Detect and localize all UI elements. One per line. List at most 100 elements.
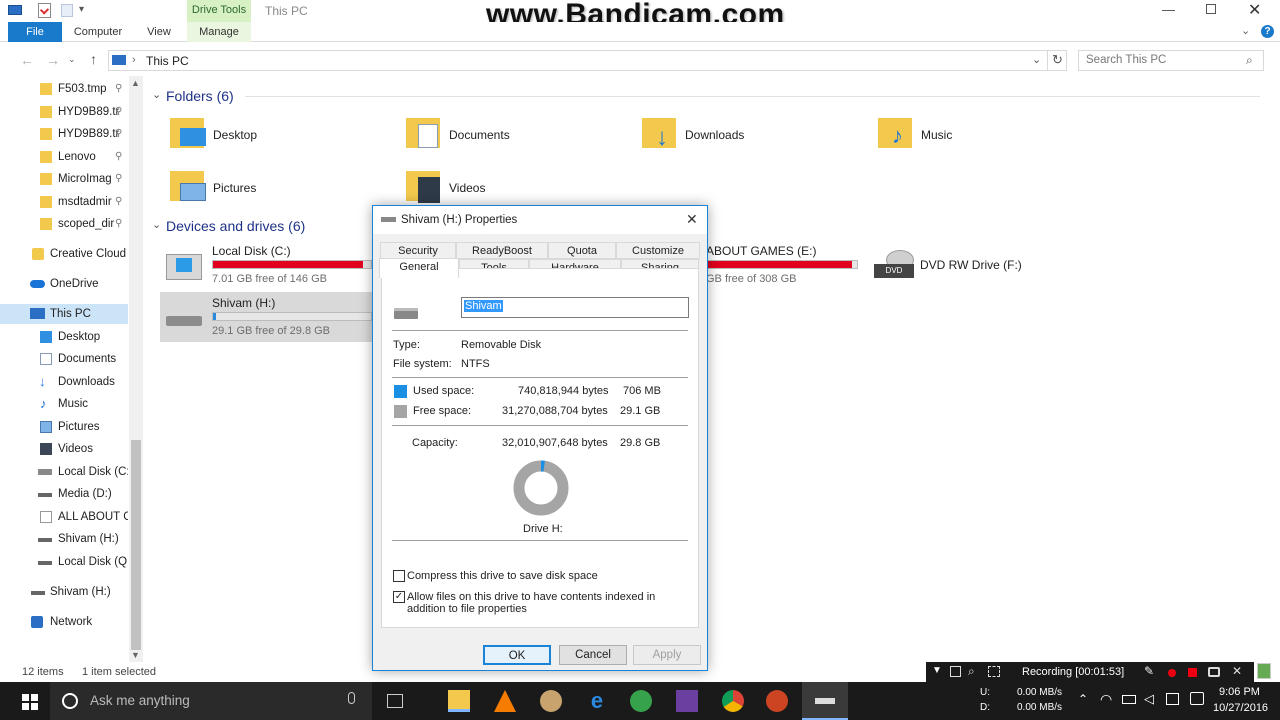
bandicam-icon[interactable] bbox=[1257, 663, 1271, 679]
customize-toolbar-icon[interactable]: ▾ bbox=[79, 4, 84, 15]
nav-item-videos[interactable]: Videos bbox=[0, 439, 128, 459]
pin-icon[interactable]: ⚲ bbox=[115, 169, 122, 189]
nav-item-this-pc[interactable]: This PC bbox=[0, 304, 128, 324]
nav-item-pictures[interactable]: Pictures bbox=[0, 417, 128, 437]
nav-item-all-about-games[interactable]: ALL ABOUT GA bbox=[0, 507, 128, 527]
nav-item-shivam-h[interactable]: Shivam (H:) bbox=[0, 529, 128, 549]
compress-label[interactable]: Compress this drive to save disk space bbox=[407, 570, 598, 582]
properties-quick-icon[interactable] bbox=[38, 3, 51, 18]
tab-customize[interactable]: Customize bbox=[616, 242, 700, 259]
edge-icon[interactable]: e bbox=[586, 690, 608, 712]
folder-tile-desktop[interactable]: Desktop bbox=[166, 114, 386, 156]
tab-readyboost[interactable]: ReadyBoost bbox=[456, 242, 548, 259]
scroll-up-icon[interactable]: ▲ bbox=[131, 78, 140, 88]
clock-date[interactable]: 10/27/2016 bbox=[1213, 702, 1268, 714]
photos-icon[interactable] bbox=[630, 690, 652, 712]
maximize-icon[interactable] bbox=[1206, 4, 1216, 14]
nav-item-media-d[interactable]: Media (D:) bbox=[0, 484, 128, 504]
nav-item-quick-3[interactable]: Lenovo ⚲ bbox=[0, 147, 128, 167]
nav-item-quick-1[interactable]: HYD9B89.tr ⚲ bbox=[0, 102, 128, 122]
drive-tile-h[interactable]: Shivam (H:) 29.1 GB free of 29.8 GB bbox=[160, 292, 375, 342]
index-label[interactable]: Allow files on this drive to have conten… bbox=[407, 591, 687, 615]
tab-manage[interactable]: Manage bbox=[187, 22, 251, 42]
nav-item-network[interactable]: Network bbox=[0, 612, 128, 632]
nav-item-downloads[interactable]: ↓ Downloads bbox=[0, 372, 128, 392]
breadcrumb-chevron-icon[interactable]: › bbox=[132, 54, 136, 66]
back-arrow-icon[interactable]: ← bbox=[20, 52, 34, 68]
microphone-icon[interactable] bbox=[348, 692, 355, 704]
file-explorer-icon[interactable] bbox=[448, 690, 470, 712]
help-icon[interactable]: ? bbox=[1261, 25, 1274, 38]
close-icon[interactable]: ✕ bbox=[1248, 0, 1261, 20]
task-view-icon[interactable] bbox=[387, 694, 403, 708]
battery-icon[interactable] bbox=[1122, 695, 1136, 704]
tab-view[interactable]: View bbox=[138, 22, 180, 42]
nav-item-quick-2[interactable]: HYD9B89.tr ⚲ bbox=[0, 124, 128, 144]
nav-item-shivam-root[interactable]: Shivam (H:) bbox=[0, 582, 128, 602]
pin-icon[interactable]: ⚲ bbox=[115, 192, 122, 212]
tab-general[interactable]: General bbox=[379, 258, 459, 278]
nav-item-quick-6[interactable]: scoped_dir ⚲ bbox=[0, 214, 128, 234]
tab-file[interactable]: File bbox=[8, 22, 62, 42]
chrome-icon[interactable] bbox=[722, 690, 744, 712]
drives-group-header[interactable]: Devices and drives (6) bbox=[166, 218, 305, 234]
tab-security[interactable]: Security bbox=[380, 242, 456, 259]
nav-item-quick-0[interactable]: F503.tmp ⚲ bbox=[0, 79, 128, 99]
index-checkbox[interactable]: ✓ bbox=[393, 591, 405, 603]
nav-item-desktop[interactable]: Desktop bbox=[0, 327, 128, 347]
minimize-icon[interactable]: — bbox=[1162, 2, 1175, 17]
pin-icon[interactable]: ⚲ bbox=[115, 124, 122, 144]
nav-scrollbar-thumb[interactable] bbox=[131, 440, 141, 650]
game-app-icon[interactable] bbox=[766, 690, 788, 712]
pin-icon[interactable]: ⚲ bbox=[115, 102, 122, 122]
tab-computer[interactable]: Computer bbox=[68, 22, 128, 42]
pin-icon[interactable]: ⚲ bbox=[115, 214, 122, 234]
window-mode-icon[interactable] bbox=[950, 666, 961, 677]
zoom-icon[interactable]: ⌕ bbox=[968, 664, 975, 679]
search-input[interactable]: Search This PC ⌕ bbox=[1078, 50, 1264, 71]
drive-tile-c[interactable]: Local Disk (C:) 7.01 GB free of 146 GB bbox=[160, 240, 375, 290]
compress-checkbox[interactable] bbox=[393, 570, 405, 582]
chevron-up-icon[interactable]: ⌃ bbox=[1078, 692, 1088, 706]
media-app-icon[interactable] bbox=[676, 690, 698, 712]
folders-group-header[interactable]: Folders (6) bbox=[166, 88, 234, 104]
close-icon[interactable]: ✕ bbox=[686, 211, 698, 228]
stop-icon[interactable] bbox=[1188, 668, 1197, 677]
wifi-icon[interactable]: ◠ bbox=[1100, 691, 1112, 708]
new-folder-quick-icon[interactable] bbox=[61, 4, 73, 17]
pin-icon[interactable]: ⚲ bbox=[115, 147, 122, 167]
drive-tile-e[interactable]: ABOUT GAMES (E:) GB free of 308 GB bbox=[700, 240, 860, 290]
drive-tile-f[interactable]: DVD DVD RW Drive (F:) bbox=[870, 244, 1070, 286]
nav-item-onedrive[interactable]: OneDrive bbox=[0, 274, 128, 294]
vlc-icon[interactable] bbox=[494, 690, 516, 712]
folder-tile-videos[interactable]: Videos bbox=[402, 167, 622, 209]
forward-arrow-icon[interactable]: → bbox=[46, 52, 60, 68]
up-arrow-icon[interactable]: ↑ bbox=[90, 51, 97, 67]
breadcrumb[interactable]: This PC bbox=[146, 54, 189, 68]
menu-dropdown-icon[interactable]: ▼ bbox=[932, 665, 942, 676]
windows-start-icon[interactable] bbox=[22, 694, 38, 710]
collapse-chevron-icon[interactable]: ⌄ bbox=[152, 218, 161, 231]
folder-tile-music[interactable]: ♪ Music bbox=[874, 114, 1094, 156]
folder-tile-pictures[interactable]: Pictures bbox=[166, 167, 386, 209]
close-icon[interactable]: ✕ bbox=[1232, 664, 1242, 678]
folder-tile-documents[interactable]: Documents bbox=[402, 114, 622, 156]
scroll-down-icon[interactable]: ▼ bbox=[131, 650, 140, 660]
pencil-icon[interactable]: ✎ bbox=[1144, 664, 1154, 678]
camera-icon[interactable] bbox=[1208, 667, 1220, 677]
clock-time[interactable]: 9:06 PM bbox=[1219, 686, 1260, 698]
nav-item-local-disk-q[interactable]: Local Disk (Q:) bbox=[0, 552, 128, 572]
nav-item-local-disk-c[interactable]: Local Disk (C:) bbox=[0, 462, 128, 482]
notification-icon[interactable] bbox=[1190, 692, 1204, 705]
volume-icon[interactable]: ◁ bbox=[1144, 691, 1154, 707]
volume-label-input[interactable]: Shivam bbox=[461, 297, 689, 318]
pin-icon[interactable]: ⚲ bbox=[115, 79, 122, 99]
region-icon[interactable] bbox=[988, 666, 1000, 677]
nav-item-quick-4[interactable]: MicroImag ⚲ bbox=[0, 169, 128, 189]
nav-item-quick-5[interactable]: msdtadmir ⚲ bbox=[0, 192, 128, 212]
collapse-chevron-icon[interactable]: ⌄ bbox=[152, 88, 161, 101]
cortana-search-box[interactable]: Ask me anything bbox=[50, 682, 372, 720]
refresh-button[interactable]: ↻ bbox=[1047, 50, 1067, 71]
address-dropdown-icon[interactable]: ⌄ bbox=[1032, 53, 1041, 66]
expand-ribbon-icon[interactable]: ⌄ bbox=[1241, 24, 1250, 37]
